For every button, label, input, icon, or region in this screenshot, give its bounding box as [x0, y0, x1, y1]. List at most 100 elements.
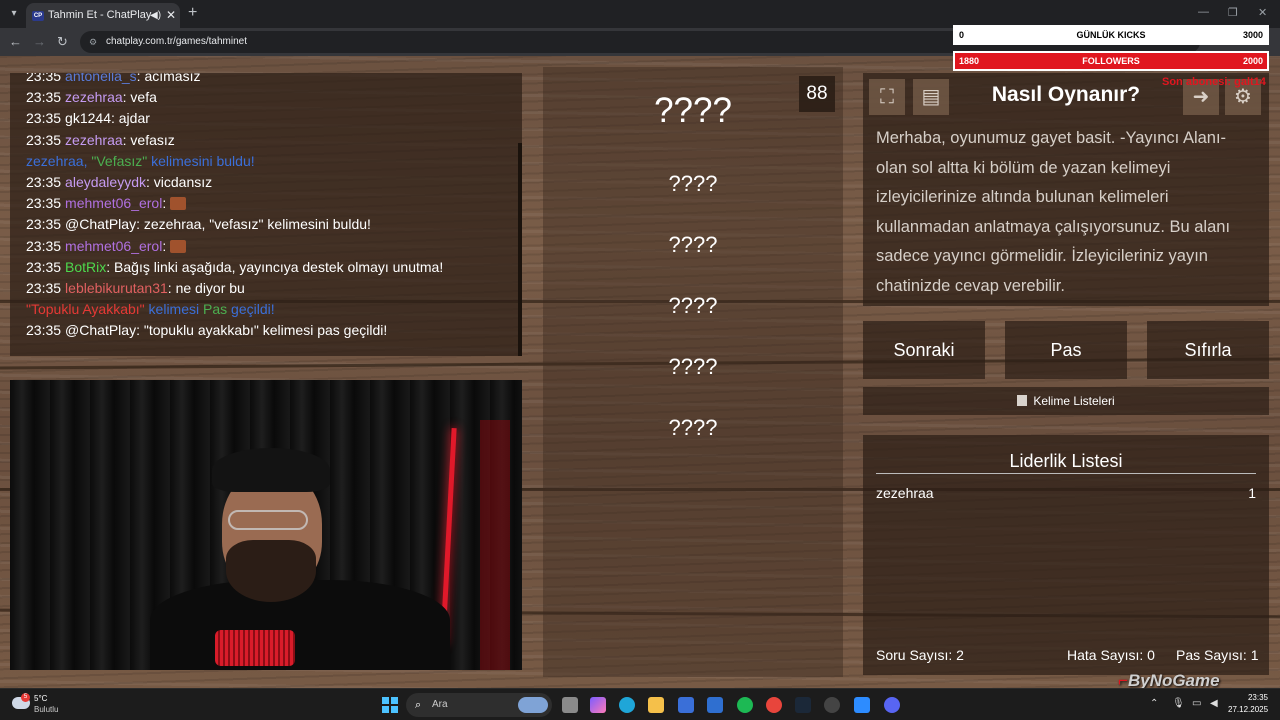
error-count-label: Hata Sayısı:	[1067, 647, 1144, 663]
chat-text: : vefasız	[122, 131, 175, 148]
chat-username[interactable]: @ChatPlay	[65, 322, 136, 338]
clock-date[interactable]: 27.12.2025	[1228, 705, 1268, 714]
chat-timestamp: 23:35	[26, 110, 62, 127]
forbidden-word: ????	[668, 415, 718, 440]
weather-desc[interactable]: Bulutlu	[34, 705, 58, 714]
system-suffix: kelimesini buldu!	[147, 152, 255, 169]
book-icon[interactable]: ▤	[913, 79, 949, 115]
volume-icon[interactable]: ◀	[1210, 698, 1218, 709]
system-message-found: zezehraa, "Vefasız" kelimesini buldu!	[26, 151, 506, 172]
chat-username[interactable]: aleydaleyydk	[65, 174, 146, 190]
kicks-goal-bar: 0 GÜNLÜK KICKS 3000	[953, 25, 1269, 45]
pass-button[interactable]: Pas	[1005, 321, 1127, 379]
minimize-icon[interactable]: —	[1198, 6, 1209, 18]
new-tab-icon[interactable]: +	[188, 4, 197, 22]
word-lists-button[interactable]: Kelime Listeleri	[863, 387, 1269, 415]
steam-icon[interactable]	[795, 697, 811, 713]
system-mid: kelimesi	[144, 301, 204, 318]
tab-chatplay[interactable]: CP Tahmin Et - ChatPlay ◀) ✕	[26, 3, 180, 28]
chat-username[interactable]: mehmet06_erol	[65, 195, 162, 211]
system-message-pass: "Topuklu Ayakkabı" kelimesi Pas geçildi!	[26, 299, 506, 320]
system-suffix: geçildi!	[227, 301, 275, 318]
app2-icon[interactable]	[854, 697, 870, 713]
store-icon[interactable]	[678, 697, 694, 713]
system-word: "Topuklu Ayakkabı"	[26, 301, 145, 318]
followers-goal: 2000	[1242, 56, 1263, 66]
clock-time[interactable]: 23:35	[1228, 693, 1268, 702]
chat-panel[interactable]: 23:35 antonella_s: acımasız 23:35 zezehraa:…	[10, 73, 522, 356]
chat-timestamp: 23:35	[26, 258, 62, 275]
webcam-feed	[10, 380, 522, 670]
windows-start-icon[interactable]	[382, 697, 398, 713]
speaker-icon[interactable]: ◀)	[150, 3, 161, 28]
emote-icon	[170, 239, 187, 253]
emote-icon	[170, 197, 187, 211]
spotify-icon[interactable]	[737, 697, 753, 713]
followers-goal-bar: 1880 FOLLOWERS 2000	[953, 51, 1269, 71]
chat-timestamp: 23:35	[26, 237, 62, 254]
window-close-icon[interactable]: ✕	[1258, 6, 1267, 19]
player-score: 1	[1248, 485, 1256, 501]
site-info-icon[interactable]: ⚙	[89, 31, 97, 53]
display-icon[interactable]: ▭	[1192, 698, 1201, 709]
last-subscriber-text: Son abonesi: galt14	[1162, 76, 1266, 88]
weather-temp[interactable]: 5°C	[34, 694, 47, 703]
chat-scrollbar[interactable]	[518, 143, 522, 356]
system-word: "Vefasız"	[91, 152, 148, 169]
system-pas: Pas	[203, 301, 228, 318]
chat-username[interactable]: @ChatPlay	[65, 216, 136, 232]
streamer-glasses	[228, 510, 308, 530]
chat-message: 23:35 gk1244: ajdar	[26, 108, 506, 129]
next-button[interactable]: Sonraki	[863, 321, 985, 379]
chat-text: : vefa	[122, 89, 157, 106]
taskbar-search[interactable]: ⌕ Ara	[406, 693, 552, 717]
chat-message: 23:35 mehmet06_erol:	[26, 193, 506, 214]
chat-username[interactable]: gk1244	[65, 110, 111, 126]
chrome-icon[interactable]	[766, 697, 782, 713]
chat-timestamp: 23:35	[26, 131, 62, 148]
tray-chevron-icon[interactable]: ⌃	[1150, 698, 1158, 709]
pass-count-value: 1	[1250, 647, 1259, 663]
maximize-icon[interactable]: ❐	[1228, 6, 1238, 19]
chat-username[interactable]: leblebikurutan31	[65, 280, 168, 296]
forward-icon[interactable]: →	[33, 34, 46, 49]
pass-count: Pas Sayısı: 1	[1176, 647, 1259, 663]
chat-username[interactable]: mehmet06_erol	[65, 238, 162, 254]
tab-search-icon[interactable]: ▾	[6, 6, 22, 22]
reset-button[interactable]: Sıfırla	[1147, 321, 1269, 379]
leaderboard-title: Liderlik Listesi	[1009, 451, 1123, 471]
kicks-goal: 3000	[1242, 30, 1263, 40]
chat-username[interactable]: zezehraa	[65, 132, 123, 148]
chat-timestamp: 23:35	[26, 89, 62, 106]
notepad-icon	[1017, 395, 1028, 406]
app-icon[interactable]	[824, 697, 840, 713]
tab-title: Tahmin Et - ChatPlay	[48, 9, 152, 21]
edge-icon[interactable]	[619, 697, 635, 713]
leaderboard-panel: Liderlik Listesi zezehraa 1 Soru Sayısı:…	[863, 435, 1269, 675]
chat-message: 23:35 @ChatPlay: zezehraa, "vefasız" keli…	[26, 214, 506, 235]
discord-icon[interactable]	[884, 697, 900, 713]
microphone-icon[interactable]: 🎙	[1172, 698, 1185, 709]
url-text: chatplay.com.tr/games/tahminet	[106, 36, 247, 47]
chat-message: 23:35 aleydaleyydk: vicdansız	[26, 172, 506, 193]
reload-icon[interactable]: ↻	[57, 34, 68, 50]
copilot-icon[interactable]	[590, 697, 606, 713]
search-icon: ⌕	[415, 699, 422, 711]
task-view-icon[interactable]	[562, 697, 578, 713]
chat-username[interactable]: zezehraa	[65, 89, 123, 105]
file-explorer-icon[interactable]	[648, 697, 664, 713]
chat-username[interactable]: antonella_s	[65, 73, 137, 84]
system-user: zezehraa,	[26, 152, 92, 169]
fullscreen-icon[interactable]: ⛶	[869, 79, 905, 115]
chat-message: 23:35 zezehraa: vefa	[26, 87, 506, 108]
back-icon[interactable]: ←	[9, 34, 22, 49]
chat-text: : zezehraa, "vefasız" kelimesini buldu!	[136, 216, 371, 233]
chat-message: 23:35 leblebikurutan31: ne diyor bu	[26, 278, 506, 299]
kicks-label: GÜNLÜK KICKS	[1076, 30, 1146, 40]
word-lists-label: Kelime Listeleri	[1033, 394, 1115, 408]
chat-text: : vicdansız	[145, 173, 213, 190]
mail-icon[interactable]	[707, 697, 723, 713]
chat-username[interactable]: BotRix	[65, 259, 106, 275]
close-icon[interactable]: ✕	[166, 3, 176, 28]
chat-timestamp: 23:35	[26, 173, 62, 190]
